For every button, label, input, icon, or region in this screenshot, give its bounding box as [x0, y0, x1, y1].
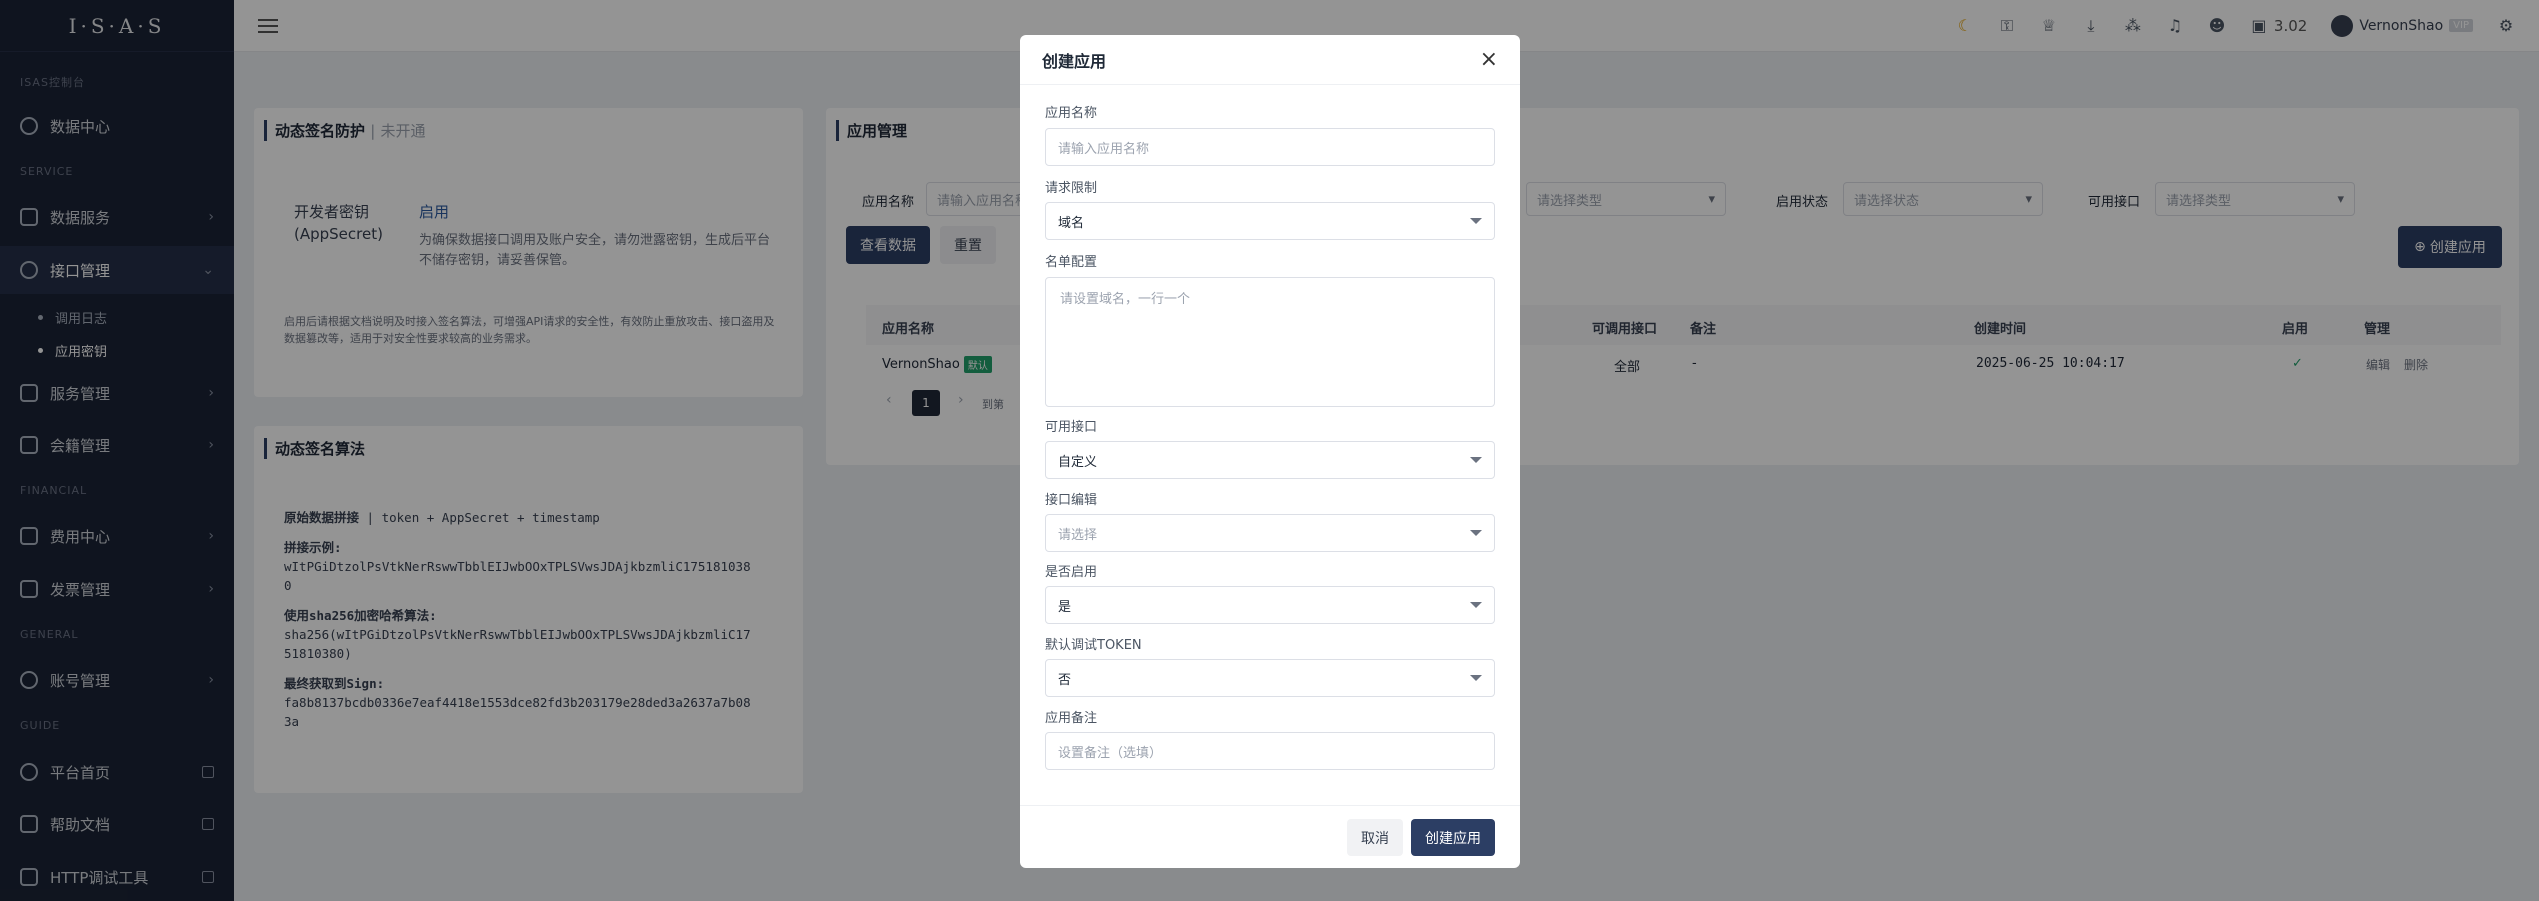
select-value: 域名 — [1058, 215, 1085, 231]
caret-down-icon — [1470, 602, 1482, 608]
dialog-footer: 取消 创建应用 — [1020, 805, 1520, 868]
available-api-label: 可用接口 — [1045, 420, 1098, 435]
select-placeholder: 请选择 — [1058, 527, 1098, 543]
caret-down-icon — [1470, 457, 1482, 463]
api-edit-label: 接口编辑 — [1045, 493, 1098, 508]
list-config-textarea[interactable]: 请设置域名，一行一个 — [1045, 277, 1495, 407]
request-limit-select[interactable]: 域名 — [1045, 202, 1495, 240]
select-value: 是 — [1058, 599, 1072, 615]
caret-down-icon — [1470, 530, 1482, 536]
app-name-input[interactable]: 请输入应用名称 — [1045, 128, 1495, 166]
dialog-header: 创建应用 × — [1020, 35, 1520, 85]
debug-token-select[interactable]: 否 — [1045, 659, 1495, 697]
api-edit-select[interactable]: 请选择 — [1045, 514, 1495, 552]
available-api-select[interactable]: 自定义 — [1045, 441, 1495, 479]
create-app-submit-button[interactable]: 创建应用 — [1411, 819, 1495, 856]
app-note-input[interactable]: 设置备注（选填） — [1045, 732, 1495, 770]
select-value: 否 — [1058, 672, 1072, 688]
request-limit-label: 请求限制 — [1045, 181, 1098, 196]
list-config-label: 名单配置 — [1045, 255, 1098, 270]
debug-token-label: 默认调试TOKEN — [1045, 638, 1142, 653]
cancel-button[interactable]: 取消 — [1347, 819, 1403, 856]
create-app-dialog: 创建应用 × 应用名称 请输入应用名称 请求限制 域名 名单配置 请设置域名，一行… — [1020, 35, 1520, 868]
enable-select[interactable]: 是 — [1045, 586, 1495, 624]
select-value: 自定义 — [1058, 454, 1098, 470]
app-name-label: 应用名称 — [1045, 106, 1098, 121]
dialog-title: 创建应用 — [1042, 51, 1107, 71]
enable-label: 是否启用 — [1045, 565, 1098, 580]
close-icon[interactable]: × — [1480, 47, 1498, 72]
caret-down-icon — [1470, 218, 1482, 224]
caret-down-icon — [1470, 675, 1482, 681]
app-note-label: 应用备注 — [1045, 711, 1098, 726]
